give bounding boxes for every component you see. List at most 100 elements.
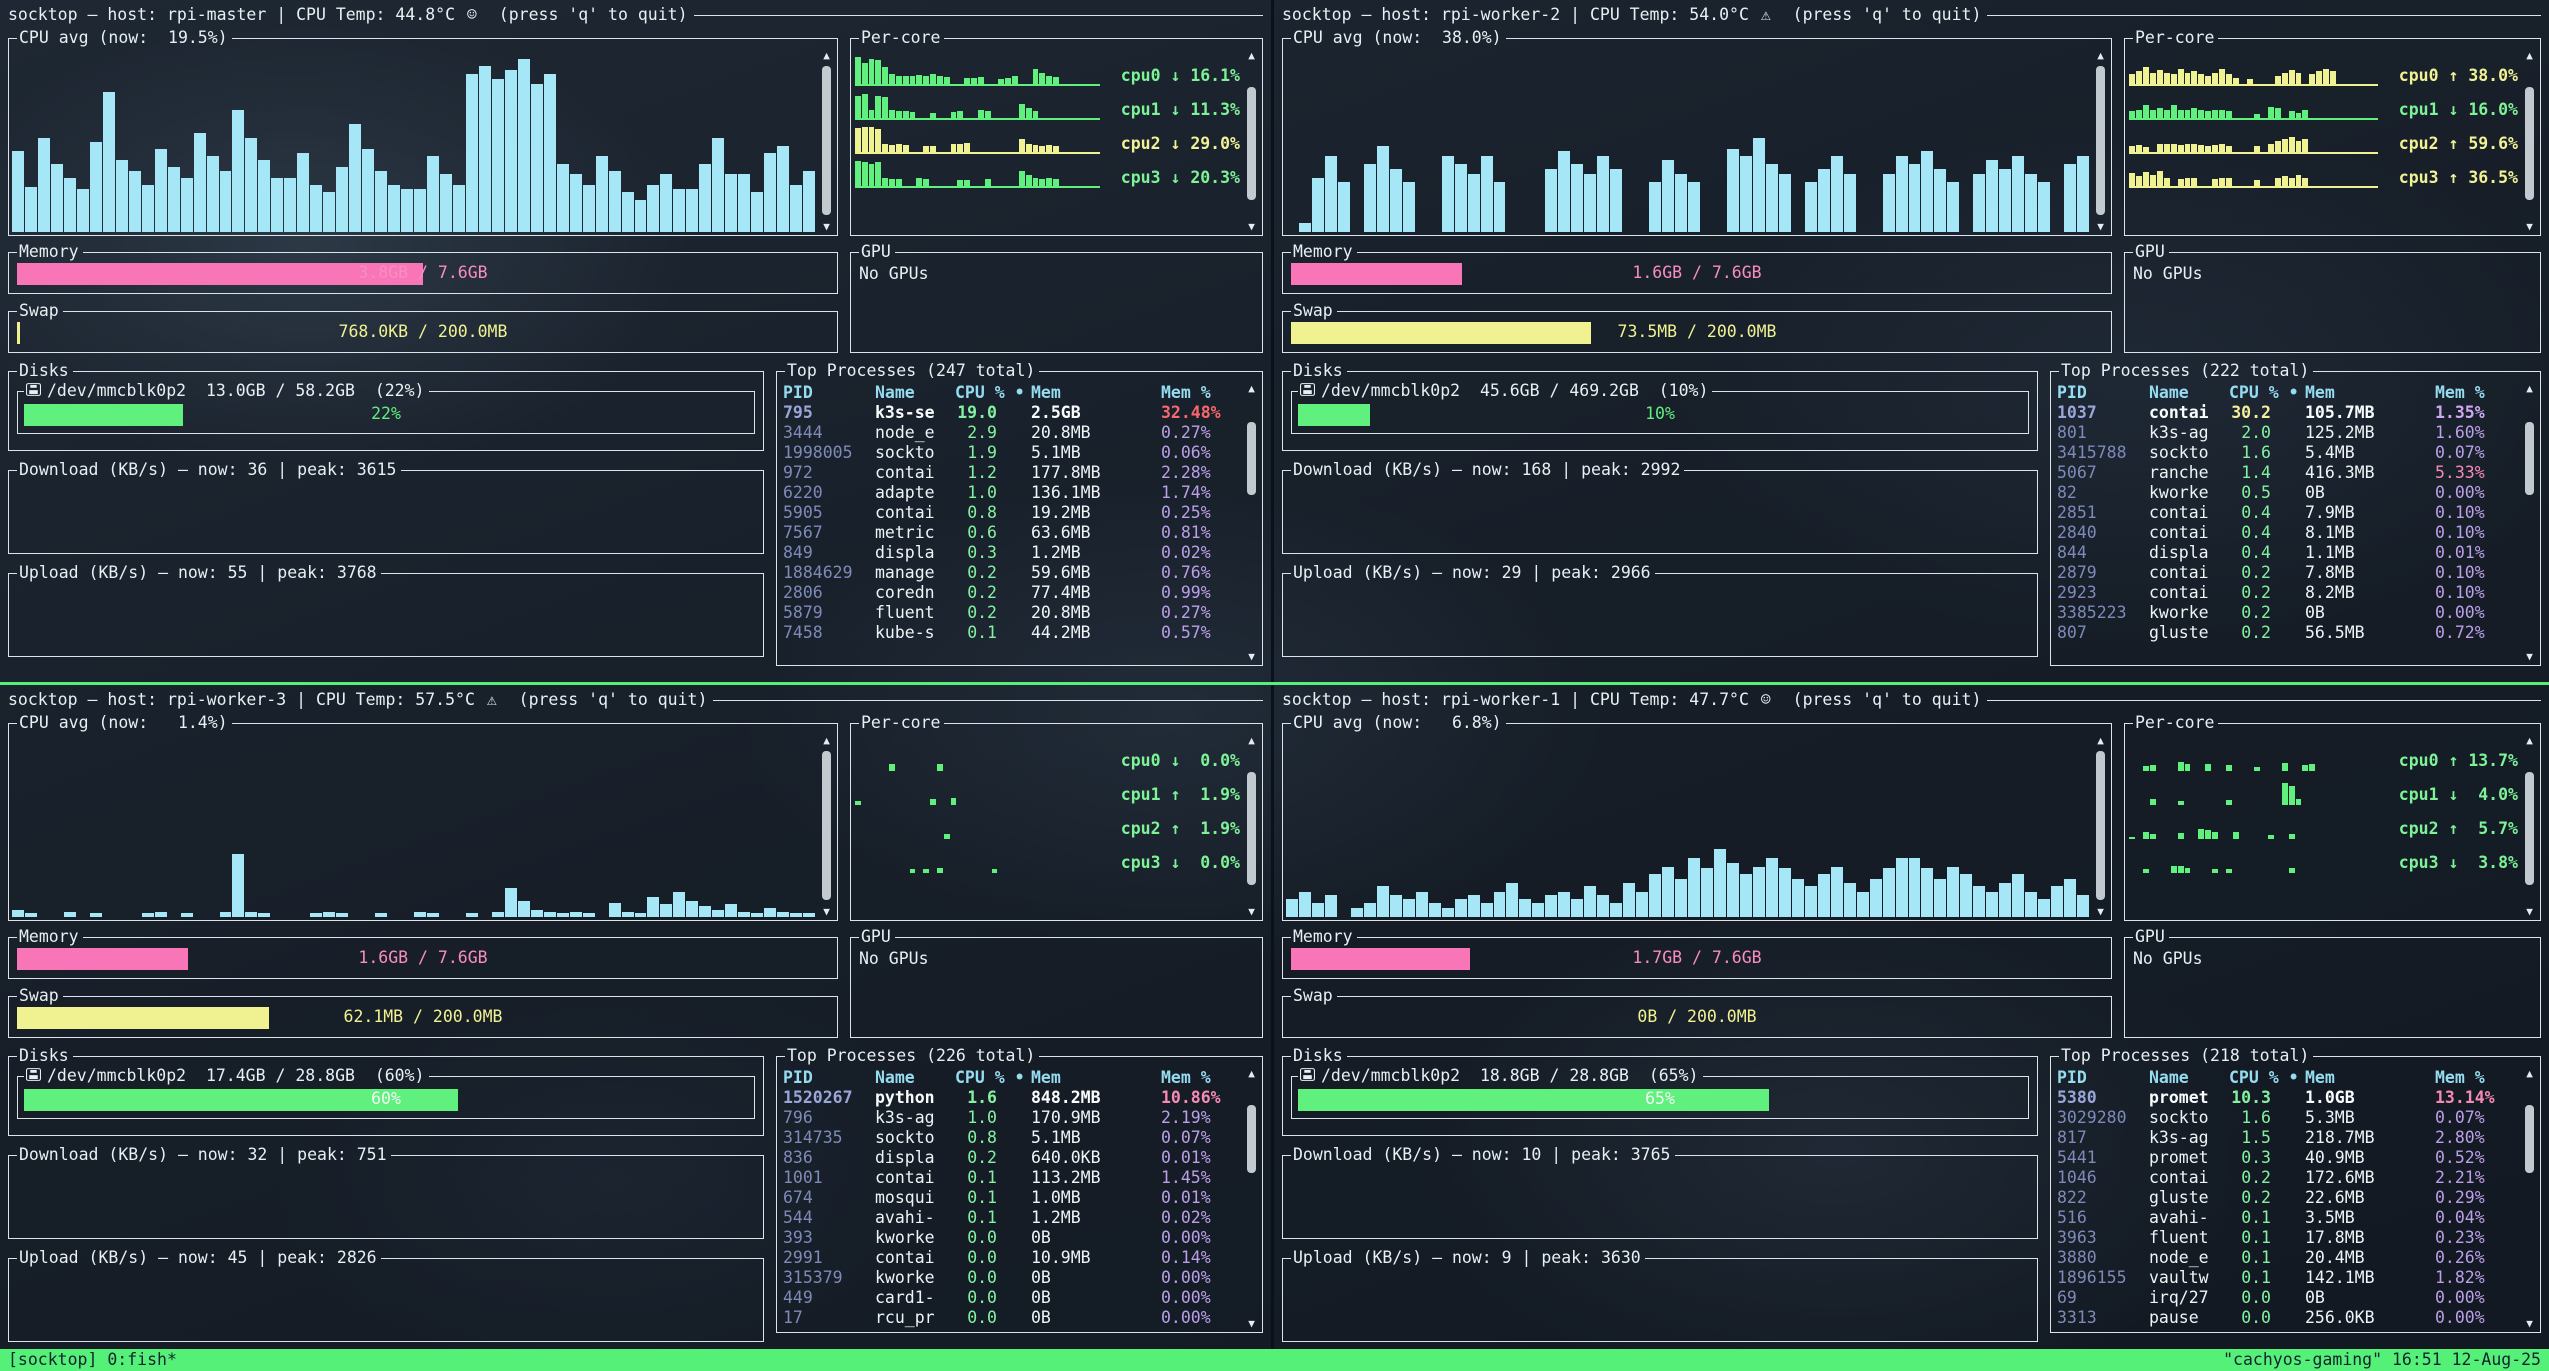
process-row[interactable]: 449card1-0.00B0.00% — [783, 1288, 1238, 1308]
process-row[interactable]: 5905contai0.819.2MB0.25% — [783, 503, 1238, 523]
process-row[interactable]: 7458kube-s0.144.2MB0.57% — [783, 623, 1238, 643]
process-row[interactable]: 1037contai30.2105.7MB1.35% — [2057, 403, 2516, 423]
proc-scrollbar[interactable]: ▲▼ — [2522, 383, 2537, 663]
scroll-down-icon[interactable]: ▼ — [1244, 221, 1259, 233]
process-row[interactable]: 674mosqui0.11.0MB0.01% — [783, 1188, 1238, 1208]
process-row[interactable]: 2840contai0.48.1MB0.10% — [2057, 523, 2516, 543]
process-row[interactable]: 3880node_e0.120.4MB0.26% — [2057, 1248, 2516, 1268]
process-row[interactable]: 2851contai0.47.9MB0.10% — [2057, 503, 2516, 523]
scroll-up-icon[interactable]: ▲ — [2522, 50, 2537, 62]
scroll-thumb[interactable] — [2525, 1105, 2534, 1173]
process-row[interactable]: 5441promet0.340.9MB0.52% — [2057, 1148, 2516, 1168]
scroll-down-icon[interactable]: ▼ — [1244, 906, 1259, 918]
scroll-thumb[interactable] — [2525, 422, 2534, 495]
process-row[interactable]: 544avahi-0.11.2MB0.02% — [783, 1208, 1238, 1228]
process-row[interactable]: 3313pause0.0256.0KB0.00% — [2057, 1308, 2516, 1328]
process-row[interactable]: 796k3s-ag1.0170.9MB2.19% — [783, 1108, 1238, 1128]
process-row[interactable]: 817k3s-ag1.5218.7MB2.80% — [2057, 1128, 2516, 1148]
process-row[interactable]: 849displa0.31.2MB0.02% — [783, 543, 1238, 563]
scroll-thumb[interactable] — [822, 66, 831, 215]
process-row[interactable]: 3963fluent0.117.8MB0.23% — [2057, 1228, 2516, 1248]
scroll-up-icon[interactable]: ▲ — [2522, 1068, 2537, 1080]
scroll-thumb[interactable] — [1247, 87, 1256, 200]
pane-rpi-worker-1[interactable]: socktop — host: rpi-worker-1 | CPU Temp:… — [1274, 685, 2549, 1349]
process-row[interactable]: 836displa0.2640.0KB0.01% — [783, 1148, 1238, 1168]
process-row[interactable]: 2923contai0.28.2MB0.10% — [2057, 583, 2516, 603]
cpu-scrollbar[interactable]: ▲▼ — [819, 735, 834, 918]
scroll-thumb[interactable] — [2525, 772, 2534, 885]
pane-rpi-worker-3[interactable]: socktop — host: rpi-worker-3 | CPU Temp:… — [0, 685, 1271, 1349]
scroll-up-icon[interactable]: ▲ — [819, 50, 834, 62]
core-scrollbar[interactable]: ▲▼ — [1244, 735, 1259, 918]
process-row[interactable]: 3444node_e2.920.8MB0.27% — [783, 423, 1238, 443]
process-row[interactable]: 5380promet10.31.0GB13.14% — [2057, 1088, 2516, 1108]
process-row[interactable]: 314735sockto0.85.1MB0.07% — [783, 1128, 1238, 1148]
scroll-down-icon[interactable]: ▼ — [2093, 221, 2108, 233]
cpu-scrollbar[interactable]: ▲▼ — [2093, 735, 2108, 918]
pane-rpi-worker-2[interactable]: socktop — host: rpi-worker-2 | CPU Temp:… — [1274, 0, 2549, 682]
scroll-thumb[interactable] — [2096, 66, 2105, 215]
scroll-down-icon[interactable]: ▼ — [2522, 221, 2537, 233]
scroll-up-icon[interactable]: ▲ — [2522, 383, 2537, 395]
process-row[interactable]: 844displa0.41.1MB0.01% — [2057, 543, 2516, 563]
scroll-up-icon[interactable]: ▲ — [2093, 50, 2108, 62]
process-row[interactable]: 393kworke0.00B0.00% — [783, 1228, 1238, 1248]
scroll-down-icon[interactable]: ▼ — [2522, 906, 2537, 918]
process-row[interactable]: 972contai1.2177.8MB2.28% — [783, 463, 1238, 483]
scroll-up-icon[interactable]: ▲ — [1244, 1068, 1259, 1080]
process-row[interactable]: 1884629manage0.259.6MB0.76% — [783, 563, 1238, 583]
scroll-thumb[interactable] — [2096, 751, 2105, 900]
scroll-up-icon[interactable]: ▲ — [1244, 383, 1259, 395]
process-row[interactable]: 807gluste0.256.5MB0.72% — [2057, 623, 2516, 643]
process-row[interactable]: 315379kworke0.00B0.00% — [783, 1268, 1238, 1288]
scroll-down-icon[interactable]: ▼ — [819, 221, 834, 233]
process-row[interactable]: 7567metric0.663.6MB0.81% — [783, 523, 1238, 543]
process-row[interactable]: 3029280sockto1.65.3MB0.07% — [2057, 1108, 2516, 1128]
process-row[interactable]: 2879contai0.27.8MB0.10% — [2057, 563, 2516, 583]
cpu-scrollbar[interactable]: ▲▼ — [2093, 50, 2108, 233]
scroll-thumb[interactable] — [2525, 87, 2534, 200]
proc-scrollbar[interactable]: ▲▼ — [1244, 383, 1259, 663]
scroll-up-icon[interactable]: ▲ — [1244, 735, 1259, 747]
pane-rpi-master[interactable]: socktop — host: rpi-master | CPU Temp: 4… — [0, 0, 1271, 682]
process-row[interactable]: 17rcu_pr0.00B0.00% — [783, 1308, 1238, 1328]
scroll-thumb[interactable] — [1247, 1105, 1256, 1173]
core-scrollbar[interactable]: ▲▼ — [2522, 50, 2537, 233]
process-row[interactable]: 5067ranche1.4416.3MB5.33% — [2057, 463, 2516, 483]
process-row[interactable]: 1896155vaultw0.1142.1MB1.82% — [2057, 1268, 2516, 1288]
scroll-down-icon[interactable]: ▼ — [2093, 906, 2108, 918]
scroll-down-icon[interactable]: ▼ — [819, 906, 834, 918]
core-scrollbar[interactable]: ▲▼ — [2522, 735, 2537, 918]
process-row[interactable]: 69irq/270.00B0.00% — [2057, 1288, 2516, 1308]
process-row[interactable]: 795k3s-se19.02.5GB32.48% — [783, 403, 1238, 423]
scroll-up-icon[interactable]: ▲ — [1244, 50, 1259, 62]
scroll-thumb[interactable] — [1247, 422, 1256, 495]
process-row[interactable]: 801k3s-ag2.0125.2MB1.60% — [2057, 423, 2516, 443]
scroll-thumb[interactable] — [1247, 772, 1256, 885]
process-row[interactable]: 1001contai0.1113.2MB1.45% — [783, 1168, 1238, 1188]
scroll-thumb[interactable] — [822, 751, 831, 900]
process-row[interactable]: 2991contai0.010.9MB0.14% — [783, 1248, 1238, 1268]
process-row[interactable]: 1998005sockto1.95.1MB0.06% — [783, 443, 1238, 463]
process-row[interactable]: 516avahi-0.13.5MB0.04% — [2057, 1208, 2516, 1228]
scroll-down-icon[interactable]: ▼ — [2522, 651, 2537, 663]
scroll-up-icon[interactable]: ▲ — [2093, 735, 2108, 747]
process-row[interactable]: 3415788sockto1.65.4MB0.07% — [2057, 443, 2516, 463]
scroll-down-icon[interactable]: ▼ — [2522, 1318, 2537, 1330]
process-row[interactable]: 5879fluent0.220.8MB0.27% — [783, 603, 1238, 623]
scroll-up-icon[interactable]: ▲ — [819, 735, 834, 747]
status-session-window[interactable]: [socktop] 0:fish* — [8, 1350, 177, 1370]
process-row[interactable]: 2806coredn0.277.4MB0.99% — [783, 583, 1238, 603]
core-scrollbar[interactable]: ▲▼ — [1244, 50, 1259, 233]
scroll-down-icon[interactable]: ▼ — [1244, 1318, 1259, 1330]
proc-scrollbar[interactable]: ▲▼ — [2522, 1068, 2537, 1330]
process-row[interactable]: 3385223kworke0.20B0.00% — [2057, 603, 2516, 623]
cpu-scrollbar[interactable]: ▲▼ — [819, 50, 834, 233]
process-row[interactable]: 1046contai0.2172.6MB2.21% — [2057, 1168, 2516, 1188]
process-row[interactable]: 6220adapte1.0136.1MB1.74% — [783, 483, 1238, 503]
scroll-up-icon[interactable]: ▲ — [2522, 735, 2537, 747]
scroll-down-icon[interactable]: ▼ — [1244, 651, 1259, 663]
process-row[interactable]: 822gluste0.222.6MB0.29% — [2057, 1188, 2516, 1208]
proc-scrollbar[interactable]: ▲▼ — [1244, 1068, 1259, 1330]
process-row[interactable]: 1520267python1.6848.2MB10.86% — [783, 1088, 1238, 1108]
